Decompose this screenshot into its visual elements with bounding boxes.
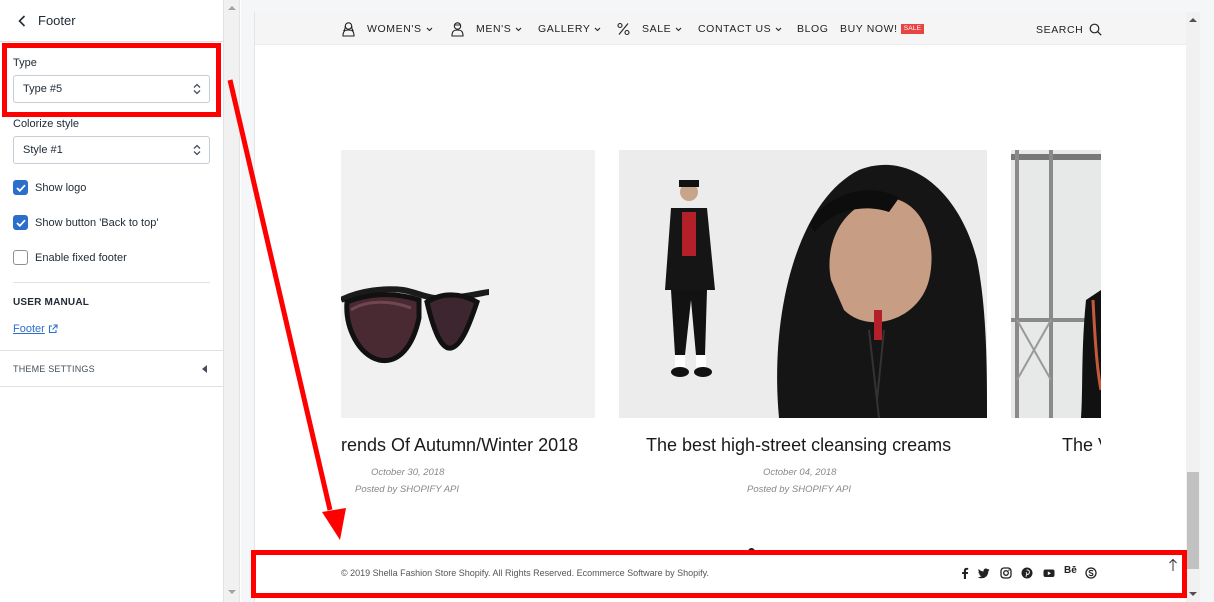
nav-mens[interactable]: MEN'S	[476, 23, 522, 35]
woman-icon	[342, 22, 355, 37]
footer	[255, 556, 1186, 602]
back-button[interactable]	[14, 13, 30, 29]
skype-icon[interactable]	[1085, 567, 1097, 579]
footer-copyright: © 2019 Shella Fashion Store Shopify. All…	[341, 568, 709, 578]
checkbox-label: Show button 'Back to top'	[35, 216, 159, 229]
nav-blog[interactable]: BLOG	[797, 23, 829, 35]
post-date: October 30, 2018	[371, 467, 445, 478]
checkbox-label: Show logo	[35, 181, 87, 194]
show-logo-checkbox[interactable]: Show logo	[13, 180, 86, 195]
nav-label: GALLERY	[538, 23, 591, 35]
carousel-right-mask	[1101, 46, 1186, 546]
post-title[interactable]: The V	[1062, 435, 1101, 456]
post-image-sunglasses[interactable]	[341, 150, 595, 418]
manual-link-label: Footer	[13, 323, 45, 335]
man-icon	[451, 22, 464, 37]
store-navigation: WOMEN'S MEN'S GALLERY SALE CONTACT US BL…	[255, 12, 1186, 45]
footer-manual-link[interactable]: Footer	[13, 323, 58, 335]
nav-contact-us[interactable]: CONTACT US	[698, 23, 782, 35]
nav-label: MEN'S	[476, 23, 512, 35]
theme-settings-section[interactable]: THEME SETTINGS	[0, 350, 223, 387]
nav-label: CONTACT US	[698, 23, 772, 35]
post-author: Posted by SHOPIFY API	[355, 484, 460, 495]
divider	[13, 282, 210, 283]
checkbox-label: Enable fixed footer	[35, 251, 127, 264]
twitter-icon[interactable]	[978, 567, 990, 579]
nav-buy-now[interactable]: BUY NOW! SALE	[840, 23, 925, 35]
pinterest-icon[interactable]	[1021, 567, 1033, 579]
nav-label: SALE	[642, 23, 672, 35]
scroll-up-arrow-icon[interactable]	[1189, 18, 1197, 22]
nav-label: BLOG	[797, 23, 829, 35]
colorize-select[interactable]: Style #1	[13, 136, 210, 164]
select-caret-icon	[193, 83, 201, 95]
scroll-down-arrow-icon[interactable]	[228, 590, 236, 594]
sidebar-header: Footer	[0, 0, 223, 42]
model-photo-image	[619, 150, 987, 418]
post-title[interactable]: rends Of Autumn/Winter 2018	[341, 435, 578, 456]
carousel-left-mask	[255, 46, 341, 546]
scaffold-photo-image	[1011, 150, 1101, 418]
instagram-icon[interactable]	[1000, 567, 1012, 579]
sunglasses-image	[341, 150, 595, 418]
chevron-down-icon	[426, 27, 433, 31]
user-manual-heading: USER MANUAL	[13, 297, 90, 308]
enable-fixed-footer-checkbox[interactable]: Enable fixed footer	[13, 250, 127, 265]
percent-icon	[617, 22, 630, 36]
chevron-down-icon	[775, 27, 782, 31]
colorize-select-value: Style #1	[23, 144, 63, 156]
chevron-down-icon	[675, 27, 682, 31]
nav-sale[interactable]: SALE	[642, 23, 682, 35]
search-label: SEARCH	[1036, 23, 1084, 36]
type-select-value: Type #5	[23, 83, 63, 95]
chevron-down-icon	[515, 27, 522, 31]
post-image-hoodie[interactable]	[619, 150, 987, 418]
nav-label: BUY NOW!	[840, 23, 898, 35]
colorize-label: Colorize style	[13, 118, 80, 130]
type-select[interactable]: Type #5	[13, 75, 210, 103]
preview-scrollbar-thumb[interactable]	[1187, 472, 1199, 569]
external-link-icon	[48, 324, 58, 334]
theme-settings-label: THEME SETTINGS	[13, 363, 95, 374]
store-preview: WOMEN'S MEN'S GALLERY SALE CONTACT US BL…	[254, 12, 1186, 602]
checkmark-icon	[15, 219, 26, 227]
post-image-scaffold[interactable]	[1011, 150, 1101, 418]
search-button[interactable]: SEARCH	[1036, 23, 1102, 36]
chevron-left-icon	[18, 14, 26, 27]
behance-icon[interactable]: Bē	[1064, 565, 1077, 576]
caret-left-icon	[202, 365, 207, 373]
checkbox-unchecked[interactable]	[13, 250, 28, 265]
panel-title: Footer	[38, 13, 76, 28]
arrow-up-icon[interactable]	[1167, 558, 1179, 572]
nav-gallery[interactable]: GALLERY	[538, 23, 601, 35]
post-author: Posted by SHOPIFY API	[747, 484, 852, 495]
nav-label: WOMEN'S	[367, 23, 422, 35]
sale-badge: SALE	[900, 24, 925, 34]
type-label: Type	[13, 57, 37, 69]
theme-editor-sidebar: Footer Type Type #5 Colorize style Style…	[0, 0, 224, 602]
scroll-up-arrow-icon[interactable]	[228, 6, 236, 10]
sidebar-scrollbar[interactable]	[224, 0, 240, 602]
chevron-down-icon	[595, 27, 601, 31]
facebook-icon[interactable]	[959, 567, 971, 579]
checkbox-checked[interactable]	[13, 215, 28, 230]
carousel-dot[interactable]	[748, 548, 755, 555]
youtube-icon[interactable]	[1043, 567, 1055, 579]
checkmark-icon	[15, 184, 26, 192]
scroll-down-arrow-icon[interactable]	[1189, 592, 1197, 596]
post-date: October 04, 2018	[763, 467, 837, 478]
select-caret-icon	[193, 144, 201, 156]
nav-womens[interactable]: WOMEN'S	[367, 23, 433, 35]
post-title[interactable]: The best high-street cleansing creams	[646, 435, 951, 456]
checkbox-checked[interactable]	[13, 180, 28, 195]
search-icon	[1089, 23, 1102, 36]
show-back-to-top-checkbox[interactable]: Show button 'Back to top'	[13, 215, 158, 230]
